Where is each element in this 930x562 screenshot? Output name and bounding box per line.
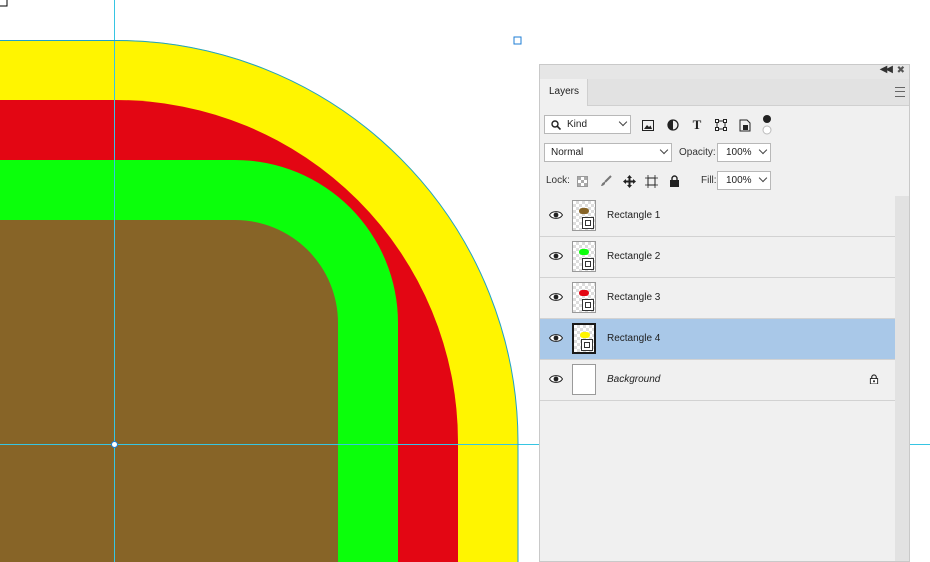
layer-name[interactable]: Rectangle 4 <box>607 333 660 344</box>
filter-toggle-icon[interactable] <box>760 113 774 137</box>
opacity-value: 100% <box>726 147 752 158</box>
layers-panel: ◀◀ ✖ Layers Kind T Normal Opacity: 100% <box>539 64 910 562</box>
filter-kind-value: Kind <box>567 119 588 130</box>
layer-row-rectangle-3[interactable]: Rectangle 3 <box>540 278 895 319</box>
layer-row-background[interactable]: Background <box>540 360 895 401</box>
tab-layers-label: Layers <box>549 86 580 97</box>
layer-lock-icon[interactable] <box>869 374 879 384</box>
brown-rounded-rectangle[interactable] <box>0 220 338 562</box>
visibility-eye-icon[interactable] <box>549 374 563 384</box>
visibility-eye-icon[interactable] <box>549 333 563 343</box>
visibility-eye-icon[interactable] <box>549 251 563 261</box>
visibility-eye-icon[interactable] <box>549 292 563 302</box>
close-panel-icon[interactable]: ✖ <box>897 65 905 76</box>
lock-all-icon[interactable] <box>667 174 681 188</box>
visibility-eye-icon[interactable] <box>549 210 563 220</box>
canvas-corner-mark <box>0 0 8 7</box>
opacity-label: Opacity: <box>679 147 716 158</box>
lock-label: Lock: <box>546 175 570 186</box>
layer-row-rectangle-1[interactable]: Rectangle 1 <box>540 196 895 237</box>
panel-menu-icon[interactable] <box>895 87 905 97</box>
lock-row: Lock: Fill: 100% <box>540 169 909 193</box>
chevron-down-icon <box>758 173 768 183</box>
layer-name[interactable]: Rectangle 2 <box>607 251 660 262</box>
layer-name[interactable]: Rectangle 1 <box>607 210 660 221</box>
panel-header-bar: ◀◀ ✖ <box>540 64 909 80</box>
layer-color-swatch <box>579 208 589 214</box>
lock-image-icon[interactable] <box>599 174 613 188</box>
chevron-down-icon <box>659 145 669 155</box>
image-filter-icon[interactable] <box>641 118 655 132</box>
shape-layer-badge-icon <box>582 217 594 229</box>
layer-name[interactable]: Rectangle 3 <box>607 292 660 303</box>
blend-row: Normal Opacity: 100% <box>540 141 909 167</box>
anchor-handle[interactable] <box>513 36 522 45</box>
blend-mode-select[interactable]: Normal <box>544 143 672 162</box>
filter-kind-select[interactable]: Kind <box>544 115 631 134</box>
blend-mode-value: Normal <box>551 147 584 158</box>
type-filter-icon[interactable]: T <box>690 117 704 132</box>
guide-intersection-handle[interactable] <box>111 441 118 448</box>
layer-thumbnail <box>572 323 596 354</box>
fill-value: 100% <box>726 175 752 186</box>
adjustment-filter-icon[interactable] <box>666 118 680 132</box>
layer-thumbnail <box>572 364 596 395</box>
lock-transparent-icon[interactable] <box>575 174 589 188</box>
layer-thumbnail <box>572 241 596 272</box>
lock-position-icon[interactable] <box>622 174 636 188</box>
tab-layers[interactable]: Layers <box>540 79 588 106</box>
filter-row: Kind T <box>540 113 909 137</box>
lock-artboard-icon[interactable] <box>644 174 658 188</box>
layer-color-swatch <box>580 332 590 338</box>
fill-label: Fill: <box>701 175 717 186</box>
collapse-panel-icon[interactable]: ◀◀ <box>880 64 893 75</box>
fill-input[interactable]: 100% <box>717 171 771 190</box>
layer-color-swatch <box>579 290 589 296</box>
chevron-down-icon <box>618 117 628 127</box>
layer-name[interactable]: Background <box>607 374 660 385</box>
panel-tab-bar: Layers <box>540 79 909 106</box>
layer-row-rectangle-4[interactable]: Rectangle 4 <box>540 319 895 360</box>
opacity-input[interactable]: 100% <box>717 143 771 162</box>
shape-layer-badge-icon <box>581 339 593 351</box>
layer-thumbnail <box>572 200 596 231</box>
layer-color-swatch <box>579 249 589 255</box>
smart-object-filter-icon[interactable] <box>738 118 752 132</box>
shape-layer-badge-icon <box>582 299 594 311</box>
layers-scrollbar[interactable] <box>895 196 909 561</box>
layer-thumbnail <box>572 282 596 313</box>
search-icon <box>551 120 561 130</box>
shape-filter-icon[interactable] <box>714 118 728 132</box>
chevron-down-icon <box>758 145 768 155</box>
layer-row-rectangle-2[interactable]: Rectangle 2 <box>540 237 895 278</box>
shape-layer-badge-icon <box>582 258 594 270</box>
